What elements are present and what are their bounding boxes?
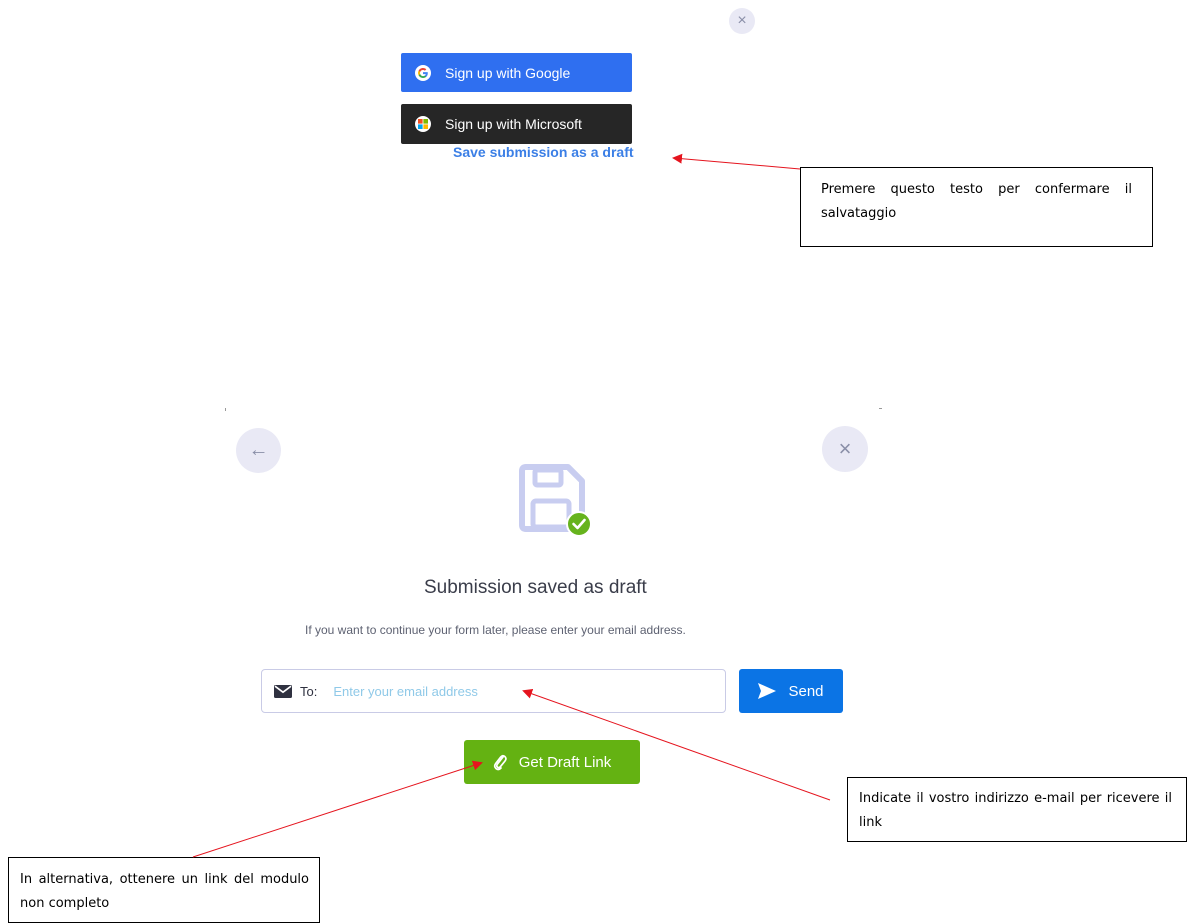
arrow-to-get-link — [192, 760, 483, 858]
annotation-arrows — [192, 153, 831, 858]
arrow-to-email-input — [522, 688, 831, 801]
arrow-to-save-link — [672, 153, 801, 170]
